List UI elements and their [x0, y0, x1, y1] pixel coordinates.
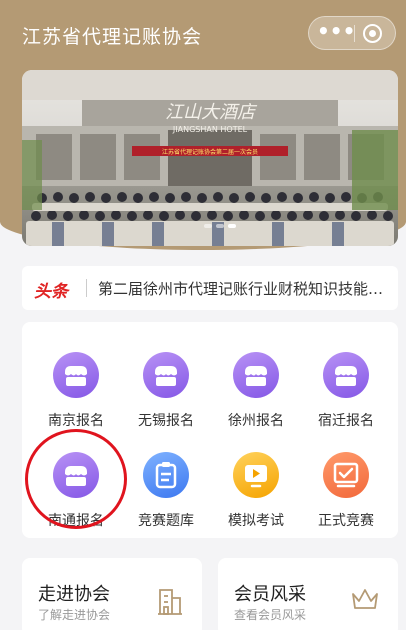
member-showcase-card[interactable]: 会员风采 查看会员风采: [218, 558, 398, 630]
grid-item-label: 南京报名: [48, 413, 104, 429]
grid-item-wuxi[interactable]: 无锡报名: [121, 330, 211, 429]
play-screen-icon: [233, 452, 279, 498]
shop-icon: [53, 352, 99, 398]
mini-program-capsule: •••: [308, 16, 396, 50]
headline-text[interactable]: 第二届徐州市代理记账行业财税知识技能竞…: [98, 278, 388, 299]
headline-bar[interactable]: 头条 第二届徐州市代理记账行业财税知识技能竞…: [22, 266, 398, 310]
more-dots-icon[interactable]: •••: [317, 17, 355, 49]
grid-item-nanjing[interactable]: 南京报名: [31, 330, 121, 429]
about-association-card[interactable]: 走进协会 了解走进协会: [22, 558, 202, 630]
card-title: 走进协会: [38, 584, 110, 605]
banner-carousel[interactable]: 江山大酒店 JIANGSHAN HOTEL 江苏省代理记账协会第二届一次会员: [22, 70, 398, 246]
grid-item-xuzhou[interactable]: 徐州报名: [211, 330, 301, 429]
grid-item-label: 竞赛题库: [138, 513, 194, 529]
carousel-dot[interactable]: [204, 224, 212, 228]
grid-item-mock-exam[interactable]: 模拟考试: [211, 430, 301, 529]
hotel-sign-cn: 江山大酒店: [165, 102, 258, 123]
exam-board-icon: [323, 452, 369, 498]
card-title: 会员风采: [234, 584, 306, 605]
grid-item-label: 模拟考试: [228, 513, 284, 529]
target-circle-icon[interactable]: [363, 24, 382, 43]
shop-icon: [233, 352, 279, 398]
headline-tag: 头条: [34, 282, 68, 302]
headline-divider: [86, 279, 87, 297]
clipboard-icon: [143, 452, 189, 498]
grid-item-question-bank[interactable]: 竞赛题库: [121, 430, 211, 529]
app-title: 江苏省代理记账协会: [22, 26, 203, 48]
carousel-dot[interactable]: [216, 224, 224, 228]
capsule-divider: [354, 25, 355, 42]
card-subtitle: 查看会员风采: [234, 608, 307, 622]
banner-photo: 江山大酒店 JIANGSHAN HOTEL 江苏省代理记账协会第二届一次会员: [22, 70, 398, 246]
grid-item-label: 宿迁报名: [318, 413, 374, 429]
grid-item-label: 徐州报名: [228, 413, 284, 429]
grid-item-label: 正式竞赛: [318, 513, 374, 529]
card-subtitle: 了解走进协会: [38, 608, 111, 622]
shop-icon: [323, 352, 369, 398]
meeting-banner-text: 江苏省代理记账协会第二届一次会员: [162, 148, 258, 156]
crown-icon: [352, 589, 378, 609]
building-icon: [158, 589, 182, 615]
grid-item-suqian[interactable]: 宿迁报名: [301, 330, 391, 429]
carousel-dot-active[interactable]: [228, 224, 236, 228]
hotel-sign-en: JIANGSHAN HOTEL: [172, 125, 248, 134]
shop-icon: [143, 352, 189, 398]
grid-item-formal-contest[interactable]: 正式竞赛: [301, 430, 391, 529]
highlight-circle-annotation: [25, 429, 127, 529]
grid-item-label: 无锡报名: [138, 413, 194, 429]
